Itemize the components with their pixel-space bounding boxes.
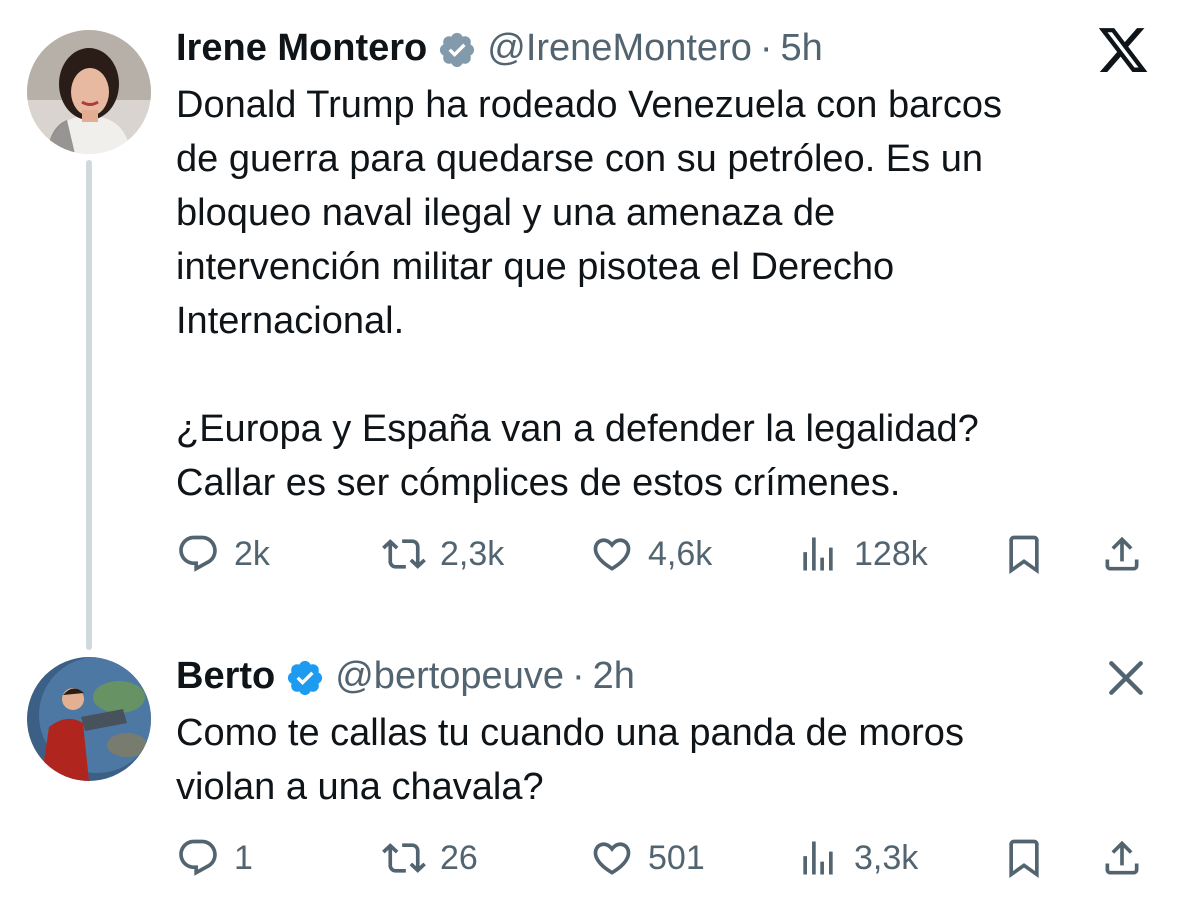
avatar-berto[interactable] [27,657,151,781]
thread-connector-line [86,160,92,650]
tweet-timestamp[interactable]: 5h [781,18,823,78]
tweet-actions: 1 26 501 3,3k [176,830,1146,886]
like-count: 4,6k [648,534,713,573]
views-button[interactable]: 128k [796,526,928,582]
like-icon [593,538,631,571]
separator-dot: · [571,655,585,697]
reply-button[interactable]: 2k [176,526,270,582]
tweet-header: Irene Montero @IreneMontero · 5h [176,18,823,78]
tweet-header: Berto @bertopeuve · 2h [176,646,635,706]
separator-dot: · [759,27,773,69]
repost-button[interactable]: 26 [382,830,478,886]
like-count: 501 [648,838,705,877]
tweet-actions: 2k 2,3k 4,6k 128k [176,526,1146,582]
tweet-text: Donald Trump ha rodeado Venezuela con ba… [176,84,1002,504]
bookmark-icon [1009,839,1039,879]
reply-count: 2k [234,534,270,573]
repost-count: 2,3k [440,534,505,573]
like-button[interactable]: 501 [590,830,705,886]
views-icon [803,841,833,875]
tweet-text: Como te callas tu cuando una panda de mo… [176,712,964,808]
repost-count: 26 [440,838,478,877]
x-logo-icon[interactable] [1093,20,1153,80]
close-icon[interactable] [1096,648,1156,708]
author-handle[interactable]: @IreneMontero [487,18,752,78]
reply-icon [179,535,217,572]
author-handle[interactable]: @bertopeuve [335,646,564,706]
like-button[interactable]: 4,6k [590,526,712,582]
share-button[interactable] [1100,830,1144,886]
views-count: 128k [854,534,928,573]
views-button[interactable]: 3,3k [796,830,918,886]
views-icon [803,537,833,571]
bookmark-icon [1009,535,1039,575]
reply-count: 1 [234,838,253,877]
share-icon [1105,840,1139,875]
repost-icon [382,539,426,569]
avatar-irene-montero[interactable] [27,30,151,154]
bookmark-button[interactable] [1002,830,1046,886]
verified-badge-icon [437,28,477,68]
like-icon [593,842,631,875]
share-button[interactable] [1100,526,1144,582]
author-name[interactable]: Irene Montero [176,18,427,78]
repost-button[interactable]: 2,3k [382,526,504,582]
share-icon [1105,536,1139,571]
views-count: 3,3k [854,838,919,877]
verified-badge-icon [285,656,325,696]
reply-icon [179,839,217,876]
reply-button[interactable]: 1 [176,830,253,886]
tweet-timestamp[interactable]: 2h [593,646,635,706]
bookmark-button[interactable] [1002,526,1046,582]
author-name[interactable]: Berto [176,646,275,706]
repost-icon [382,843,426,873]
